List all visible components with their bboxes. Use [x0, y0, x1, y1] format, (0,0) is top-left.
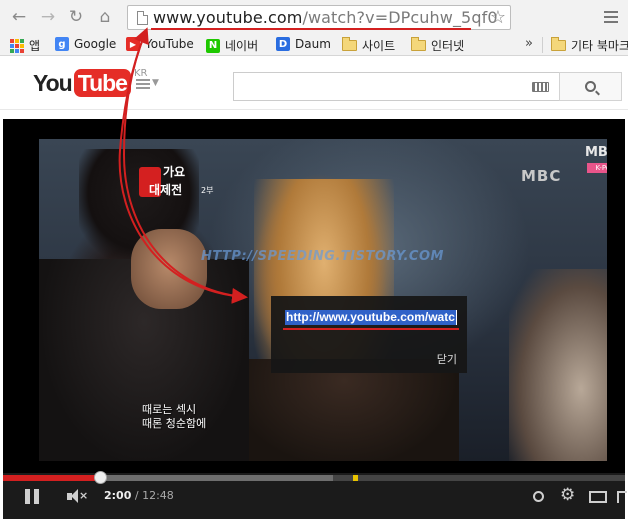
folder-icon: [342, 37, 357, 51]
fullscreen-icon[interactable]: [617, 491, 627, 503]
naver-icon: N: [206, 38, 220, 53]
youtube-masthead: You Tube KR ▼: [0, 57, 628, 110]
channel-logo-top: MBC: [585, 145, 607, 160]
video-subtitle: 때로는 섹시 때론 청순함에: [142, 403, 206, 431]
time-display: 2:00 / 12:48: [104, 489, 174, 502]
bookmark-naver[interactable]: N 네이버: [206, 37, 258, 54]
channel-logo: MBC: [521, 167, 562, 185]
folder-icon: [411, 37, 426, 51]
keyboard-icon[interactable]: [532, 82, 549, 92]
bookmark-google[interactable]: g Google: [55, 37, 116, 51]
url-annotation-underline: [151, 28, 471, 30]
bookmark-label: 네이버: [225, 39, 259, 53]
youtube-icon: ▶: [126, 37, 140, 51]
show-title-line2: 대제전: [149, 183, 183, 197]
bookmarks-bar: 앱 g Google ▶ YouTube N 네이버 D Daum 사이트 인터…: [0, 34, 628, 56]
url-field-annotation-underline: [283, 328, 459, 330]
watch-later-icon[interactable]: [533, 491, 544, 502]
theater-mode-icon[interactable]: [589, 491, 607, 503]
youtube-logo[interactable]: You Tube KR: [33, 68, 148, 97]
daum-icon: D: [276, 37, 290, 51]
bookmark-label: 사이트: [362, 39, 396, 53]
video-figure: [229, 359, 459, 461]
bookmark-label: Google: [74, 37, 117, 51]
google-icon: g: [55, 37, 69, 51]
video-frame[interactable]: 가요 대제전 2부 MBC MBC K-Pop HTTP://SPEEDING.…: [39, 139, 607, 461]
other-bookmarks[interactable]: 기타 북마크: [551, 37, 628, 54]
bookmark-label: 인터넷: [431, 39, 465, 53]
duration: 12:48: [142, 489, 174, 502]
guide-menu-icon[interactable]: [136, 79, 150, 89]
menu-icon[interactable]: [598, 6, 624, 28]
search-input[interactable]: [233, 72, 559, 101]
folder-icon: [551, 37, 566, 51]
channel-sub-badge: K-Pop: [587, 163, 607, 173]
bookmark-folder-sites[interactable]: 사이트: [342, 37, 395, 54]
page-icon: [137, 11, 148, 25]
other-bookmarks-label: 기타 북마크: [571, 39, 628, 53]
back-icon[interactable]: ←: [8, 6, 30, 28]
show-title-line1: 가요: [163, 165, 186, 179]
selected-url-text: http://www.youtube.com/watc: [285, 310, 456, 325]
copy-url-dialog: http://www.youtube.com/watc 닫기: [271, 296, 467, 373]
region-label: KR: [133, 68, 148, 79]
apps-grid-icon: [10, 38, 24, 53]
scrubber-handle[interactable]: [94, 471, 108, 484]
url-host: www.youtube.com: [153, 8, 303, 27]
ad-marker: [353, 475, 358, 481]
video-player[interactable]: 가요 대제전 2부 MBC MBC K-Pop HTTP://SPEEDING.…: [3, 119, 627, 519]
played-bar: [3, 475, 101, 481]
video-url-field[interactable]: http://www.youtube.com/watc: [285, 310, 457, 325]
pause-icon[interactable]: [25, 489, 39, 504]
video-figure: [131, 229, 207, 309]
bookmark-label: YouTube: [145, 37, 194, 51]
logo-you: You: [33, 70, 73, 96]
url-path: /watch?v=DPcuhw_5qf0: [302, 8, 498, 27]
subtitle-line: 때로는 섹시: [142, 403, 197, 416]
bookmark-label: 앱: [29, 39, 41, 53]
subtitle-line: 때론 청순함에: [142, 417, 207, 430]
browser-toolbar: ← → ↻ ⌂ www.youtube.com/watch?v=DPcuhw_5…: [0, 0, 628, 34]
bookmark-daum[interactable]: D Daum: [276, 37, 331, 51]
bookmark-folder-internet[interactable]: 인터넷: [411, 37, 464, 54]
bookmarks-overflow-button[interactable]: »: [525, 36, 533, 51]
mute-icon[interactable]: ×: [67, 489, 88, 504]
bookmark-apps[interactable]: 앱: [10, 37, 40, 54]
reload-icon[interactable]: ↻: [65, 6, 87, 28]
time-separator: /: [131, 489, 143, 502]
url-text[interactable]: www.youtube.com/watch?v=DPcuhw_5qf0: [153, 8, 498, 27]
show-episode: 2부: [201, 186, 214, 195]
bookmark-youtube[interactable]: ▶ YouTube: [126, 37, 194, 51]
player-controls: × 2:00 / 12:48 ⚙: [3, 471, 627, 519]
video-figure: [509, 269, 607, 461]
chevron-down-icon[interactable]: ▼: [152, 78, 159, 88]
logo-tube: Tube: [73, 69, 131, 97]
watermark: HTTP://SPEEDING.TISTORY.COM: [201, 249, 444, 264]
address-bar[interactable]: www.youtube.com/watch?v=DPcuhw_5qf0 ☆: [127, 5, 511, 30]
show-title-logo: 가요 대제전 2부: [139, 163, 215, 201]
bookmark-label: Daum: [295, 37, 331, 51]
close-button[interactable]: 닫기: [437, 351, 457, 367]
search-button[interactable]: [559, 72, 622, 101]
gear-icon[interactable]: ⚙: [560, 485, 575, 505]
home-icon[interactable]: ⌂: [94, 6, 116, 28]
search-icon: [585, 81, 596, 92]
current-time: 2:00: [104, 489, 132, 502]
bookmark-star-icon[interactable]: ☆: [490, 7, 506, 28]
forward-icon[interactable]: →: [37, 6, 59, 28]
page: ← → ↻ ⌂ www.youtube.com/watch?v=DPcuhw_5…: [0, 0, 628, 519]
divider: [542, 37, 543, 53]
